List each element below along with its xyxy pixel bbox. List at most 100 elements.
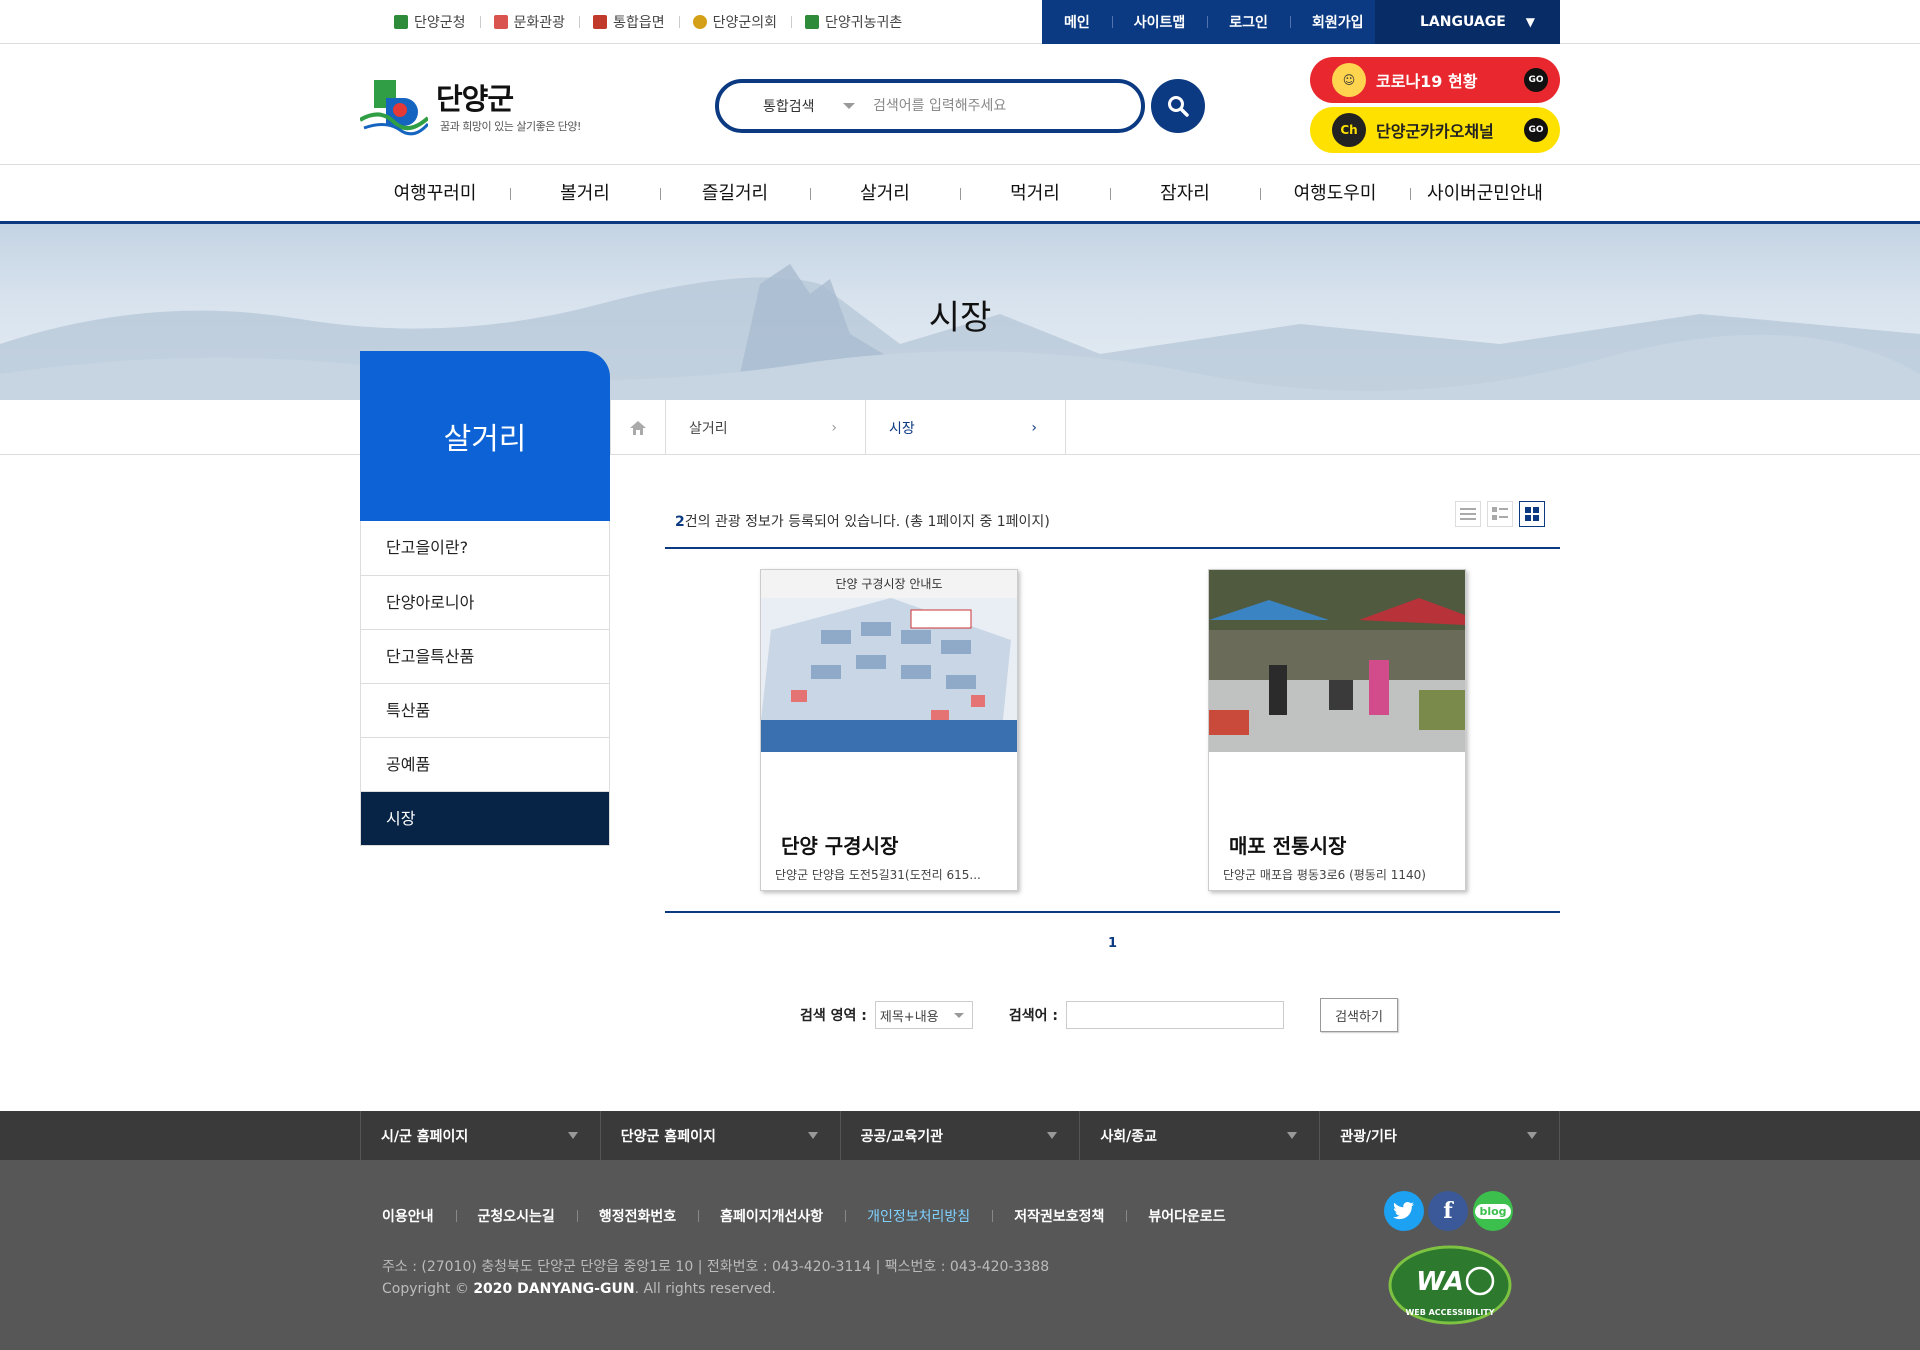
gallery-card[interactable]: 단양 구경시장 안내도 단양 구경시장 단양군 단양읍 도전5길31(도전리 6… xyxy=(760,569,1018,891)
list-bottom-line xyxy=(665,911,1560,913)
breadcrumb-depth2[interactable]: 시장 › xyxy=(866,400,1066,455)
util-link-return-farm[interactable]: 단양귀농귀촌 xyxy=(791,12,916,32)
view-mode-switch xyxy=(1455,501,1545,527)
footer-related-sites: 시/군 홈페이지 단양군 홈페이지 공공/교육기관 사회/종교 관광/기타 xyxy=(0,1111,1920,1160)
card-thumbnail xyxy=(1209,570,1465,752)
caret-down-icon xyxy=(953,1013,964,1018)
card-address: 단양군 단양읍 도전5길31(도전리 615... xyxy=(775,868,981,882)
search-category-select[interactable]: 통합검색 xyxy=(763,96,843,116)
card-thumbnail: 단양 구경시장 안내도 xyxy=(761,570,1017,752)
svg-text:WEB ACCESSIBILITY: WEB ACCESSIBILITY xyxy=(1405,1308,1494,1317)
page-title: 시장 xyxy=(928,298,992,338)
twitter-bird-glyph xyxy=(1393,1202,1414,1220)
search-button[interactable] xyxy=(1151,79,1205,133)
util-link-towns[interactable]: 통합읍면 xyxy=(579,12,679,32)
list-view-button[interactable] xyxy=(1455,501,1481,527)
list-top-line xyxy=(665,547,1560,549)
board-search-button[interactable]: 검색하기 xyxy=(1320,998,1398,1032)
menu-main[interactable]: 메인 xyxy=(1042,12,1112,32)
kakao-channel-banner[interactable]: Ch 단양군카카오채널 GO xyxy=(1310,107,1560,153)
blog-icon[interactable]: blog xyxy=(1473,1191,1513,1231)
util-link-county[interactable]: 단양군청 xyxy=(380,12,480,32)
related-site-select-city[interactable]: 시/군 홈페이지 xyxy=(361,1111,601,1160)
related-site-select-county[interactable]: 단양군 홈페이지 xyxy=(601,1111,841,1160)
menu-join[interactable]: 회원가입 xyxy=(1289,12,1386,32)
gnb-lodging[interactable]: 잠자리 xyxy=(1110,165,1260,222)
gnb-cyber-guide[interactable]: 사이버군민안내 xyxy=(1410,165,1560,222)
doctor-icon: ☺ xyxy=(1332,63,1366,97)
twitter-icon[interactable] xyxy=(1384,1191,1424,1231)
related-site-select-tourism[interactable]: 관광/기타 xyxy=(1320,1111,1560,1160)
gallery-view-button[interactable] xyxy=(1519,501,1545,527)
chevron-right-icon: › xyxy=(831,420,837,436)
caret-down-icon xyxy=(807,1132,818,1139)
lnb-item-dangoeul[interactable]: 단고을이란? xyxy=(361,521,609,575)
site-logo[interactable]: 단양군 꿈과 희망이 있는 살기좋은 단양! xyxy=(360,72,620,140)
language-select[interactable]: LANGUAGE ▼ xyxy=(1375,0,1560,44)
logo-slogan: 꿈과 희망이 있는 살기좋은 단양! xyxy=(440,120,581,133)
footer xyxy=(0,1160,1920,1350)
gnb-travel-package[interactable]: 여행꾸러미 xyxy=(360,165,510,222)
page: 단양군청 문화관광 통합읍면 단양군의회 단양귀농귀촌 메인 사이트맵 로그인 … xyxy=(0,0,1920,1350)
search-icon xyxy=(1168,96,1189,117)
go-badge: GO xyxy=(1524,68,1548,92)
lnb-item-specialty[interactable]: 특산품 xyxy=(361,683,609,737)
footer-copyright: Copyright © 2020 DANYANG-GUN. All rights… xyxy=(382,1281,776,1297)
family-site-links: 단양군청 문화관광 통합읍면 단양군의회 단양귀농귀촌 xyxy=(380,0,916,44)
gnb-food[interactable]: 먹거리 xyxy=(960,165,1110,222)
search-area-select[interactable]: 제목+내용 xyxy=(874,1001,973,1029)
footer-link-copyright[interactable]: 저작권보호정책 xyxy=(992,1206,1126,1226)
result-count: 2건의 관광 정보가 등록되어 있습니다. (총 1페이지 중 1페이지) xyxy=(675,514,1050,530)
market-photo-image xyxy=(1209,570,1465,752)
gnb-sights[interactable]: 볼거리 xyxy=(510,165,660,222)
lnb-item-crafts[interactable]: 공예품 xyxy=(361,737,609,791)
map-caption: 단양 구경시장 안내도 xyxy=(836,577,943,591)
search-area-label: 검색 영역 : xyxy=(800,1008,867,1024)
menu-sitemap[interactable]: 사이트맵 xyxy=(1111,12,1208,32)
related-site-select-public[interactable]: 공공/교육기관 xyxy=(841,1111,1081,1160)
footer-link-phone[interactable]: 행정전화번호 xyxy=(576,1206,698,1226)
footer-link-improve[interactable]: 홈페이지개선사항 xyxy=(698,1206,845,1226)
facebook-icon[interactable]: f xyxy=(1428,1191,1468,1231)
related-site-select-social[interactable]: 사회/종교 xyxy=(1080,1111,1321,1160)
lnb-item-aronia[interactable]: 단양아로니아 xyxy=(361,575,609,629)
house-icon xyxy=(805,15,819,29)
footer-link-viewer[interactable]: 뷰어다운로드 xyxy=(1126,1206,1247,1226)
gnb-shopping[interactable]: 살거리 xyxy=(810,165,960,222)
lnb-item-market[interactable]: 시장 xyxy=(361,791,609,845)
breadcrumb: 살거리 › 시장 › xyxy=(610,400,1066,455)
lnb-title: 살거리 xyxy=(360,351,610,521)
market-map-image: 단양 구경시장 안내도 xyxy=(761,570,1017,752)
page-link-current[interactable]: 1 xyxy=(1108,936,1117,951)
gnb-activities[interactable]: 즐길거리 xyxy=(660,165,810,222)
keyword-input[interactable] xyxy=(1066,1001,1284,1029)
search-box: 통합검색 xyxy=(715,79,1145,133)
home-button[interactable] xyxy=(611,400,666,455)
search-input[interactable] xyxy=(873,98,1093,114)
util-link-culture[interactable]: 문화관광 xyxy=(479,12,580,32)
caret-down-icon xyxy=(843,103,855,109)
utility-bar: 단양군청 문화관광 통합읍면 단양군의회 단양귀농귀촌 메인 사이트맵 로그인 … xyxy=(0,0,1920,44)
util-link-council[interactable]: 단양군의회 xyxy=(678,12,791,32)
webzine-view-icon xyxy=(1492,507,1508,520)
breadcrumb-depth1[interactable]: 살거리 › xyxy=(666,400,866,455)
web-accessibility-mark-icon: WA WEB ACCESSIBILITY xyxy=(1388,1245,1512,1325)
covid-banner[interactable]: ☺ 코로나19 현황 GO xyxy=(1310,57,1560,103)
card-title: 단양 구경시장 xyxy=(781,834,899,858)
camera-icon xyxy=(493,15,508,29)
caret-down-icon xyxy=(1047,1132,1058,1139)
lnb-item-dangoeul-specialty[interactable]: 단고을특산품 xyxy=(361,629,609,683)
gnb-travel-help[interactable]: 여행도우미 xyxy=(1260,165,1410,222)
footer-link-guide[interactable]: 이용안내 xyxy=(382,1206,456,1226)
gallery-view-icon xyxy=(1525,507,1539,521)
menu-login[interactable]: 로그인 xyxy=(1207,12,1290,32)
gov-icon xyxy=(394,15,408,29)
pagination: 1 xyxy=(0,936,1920,951)
caret-down-icon xyxy=(567,1132,578,1139)
webzine-view-button[interactable] xyxy=(1487,501,1513,527)
footer-address: 주소 : (27010) 충청북도 단양군 단양읍 중앙1로 10 | 전화번호… xyxy=(382,1259,1050,1275)
gallery-card[interactable]: 매포 전통시장 단양군 매포읍 평동3로6 (평동리 1140) xyxy=(1208,569,1466,891)
footer-link-privacy[interactable]: 개인정보처리방침 xyxy=(845,1206,992,1226)
footer-link-directions[interactable]: 군청오시는길 xyxy=(455,1206,577,1226)
list-view-icon xyxy=(1460,508,1476,520)
